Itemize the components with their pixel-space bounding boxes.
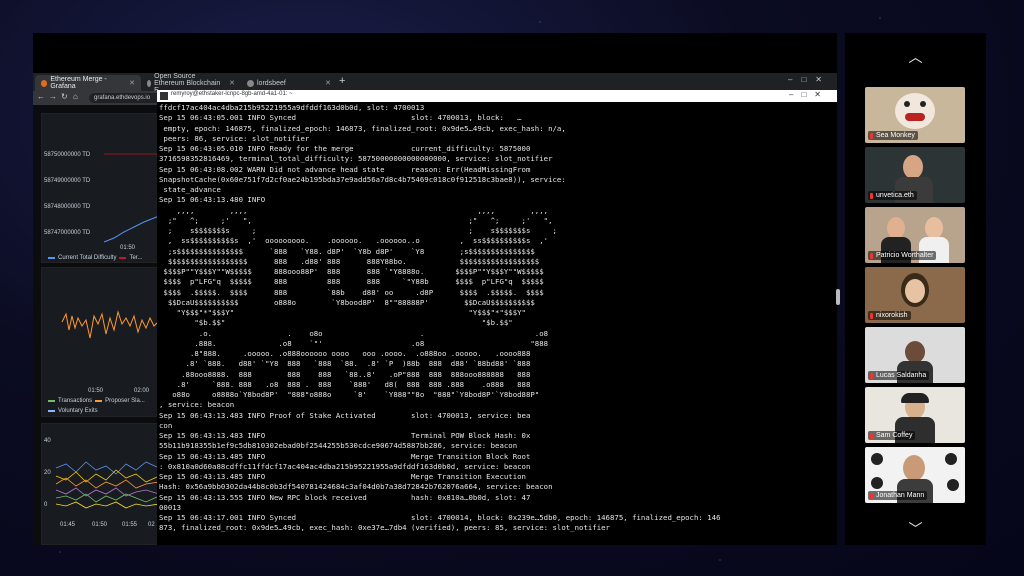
- mic-muted-icon: [870, 373, 873, 379]
- participant-name: Lucas Saldanha: [868, 371, 930, 380]
- terminal-window[interactable]: remyroy@ethstaker-lcnpc-8gb-amd-4a1-01: …: [157, 90, 837, 545]
- tab-grafana[interactable]: Ethereum Merge - Grafana ✕: [35, 75, 141, 91]
- browser-tab-bar: Ethereum Merge - Grafana ✕ Open Source E…: [33, 73, 837, 94]
- avatar: [925, 217, 943, 239]
- terminal-title: remyroy@ethstaker-lcnpc-8gb-amd-4a1-01: …: [171, 91, 293, 97]
- legend-swatch: [119, 257, 127, 259]
- legend-item: Voluntary Exits: [58, 408, 98, 414]
- close-icon[interactable]: ✕: [129, 79, 135, 87]
- avatar-mouth: [905, 113, 925, 121]
- tab-lordsbeef[interactable]: lordsbeef ✕: [241, 75, 337, 91]
- screen-share: Ethereum Merge - Grafana ✕ Open Source E…: [33, 33, 837, 545]
- headphones-icon: [901, 393, 929, 403]
- terminal-icon: [160, 92, 168, 100]
- pattern-dot: [947, 479, 959, 491]
- reload-icon[interactable]: ↻: [61, 92, 68, 101]
- tab-label: lordsbeef: [257, 79, 286, 87]
- mic-muted-icon: [870, 433, 873, 439]
- forward-icon[interactable]: →: [49, 92, 57, 101]
- x-tick: 01:50: [88, 388, 104, 394]
- legend-swatch: [48, 400, 55, 402]
- participant-name: unvetica.eth: [868, 191, 917, 200]
- window-controls[interactable]: –□✕: [789, 90, 829, 99]
- x-tick: 01:50: [92, 522, 108, 528]
- new-tab-icon[interactable]: +: [339, 75, 345, 87]
- legend-swatch: [95, 400, 103, 402]
- legend-item: Current Total Difficulty: [58, 255, 117, 261]
- metrics-panel: 40 20 0 01:45 01:50 01:55 02: [41, 423, 158, 545]
- mic-muted-icon: [870, 253, 873, 259]
- tab-blockchain-explorer[interactable]: Open Source Ethereum Blockchain E... ✕: [141, 73, 241, 94]
- mic-muted-icon: [870, 313, 873, 319]
- avatar: [903, 155, 923, 179]
- legend-item: Ter...: [129, 255, 143, 261]
- participant-name: Sam Coffey: [868, 431, 916, 440]
- site-favicon-icon: [147, 79, 152, 87]
- participant-tile[interactable]: nixorokish: [865, 267, 965, 323]
- transactions-panel: 01:50 02:00 Transactions Proposer Sla...…: [41, 267, 158, 417]
- x-tick: 01:55: [122, 522, 138, 528]
- chevron-down-icon[interactable]: ﹀: [845, 519, 986, 539]
- difficulty-line: [103, 153, 157, 243]
- participant-tile[interactable]: Sam Coffey: [865, 387, 965, 443]
- site-favicon-icon: [247, 79, 254, 87]
- chevron-up-icon[interactable]: ︿: [845, 47, 986, 67]
- participant-name: Patricio Worthalter: [868, 251, 937, 260]
- pattern-dot: [871, 453, 883, 465]
- window-controls[interactable]: –□✕: [788, 75, 831, 84]
- x-tick: 01:50: [120, 245, 136, 251]
- mic-muted-icon: [870, 133, 873, 139]
- participant-tile[interactable]: Lucas Saldanha: [865, 327, 965, 383]
- x-tick: 02: [148, 522, 155, 528]
- close-icon[interactable]: ✕: [229, 79, 235, 87]
- pattern-dot: [871, 477, 883, 489]
- legend: Transactions Proposer Sla...: [48, 398, 145, 404]
- terminal-title-bar[interactable]: remyroy@ethstaker-lcnpc-8gb-amd-4a1-01: …: [157, 90, 837, 102]
- legend-swatch: [48, 410, 55, 412]
- participant-name: Sea Monkey: [868, 131, 918, 140]
- avatar: [895, 93, 935, 129]
- resize-handle[interactable]: [836, 289, 840, 305]
- pattern-dot: [945, 453, 957, 465]
- avatar: [905, 279, 925, 303]
- grafana-favicon-icon: [41, 79, 48, 87]
- participant-name: nixorokish: [868, 311, 911, 320]
- legend: Current Total Difficulty Ter...: [48, 255, 142, 261]
- legend-swatch: [48, 257, 55, 259]
- grafana-dashboard: 58750000000 TD 58749000000 TD 5874800000…: [33, 105, 158, 545]
- difficulty-panel: 58750000000 TD 58749000000 TD 5874800000…: [41, 113, 158, 263]
- mic-muted-icon: [870, 493, 873, 499]
- legend-item: Transactions: [58, 398, 93, 404]
- legend-item: Proposer Sla...: [105, 398, 145, 404]
- close-icon[interactable]: ✕: [325, 79, 331, 87]
- avatar: [887, 217, 905, 239]
- participant-name: Jonathan Mann: [868, 491, 928, 500]
- home-icon[interactable]: ⌂: [73, 92, 78, 101]
- transactions-line: [61, 310, 157, 339]
- avatar: [905, 341, 925, 363]
- url-field[interactable]: grafana.ethdevops.io: [89, 93, 164, 103]
- participant-tile[interactable]: Patricio Worthalter: [865, 207, 965, 263]
- avatar: [903, 455, 925, 481]
- legend: Voluntary Exits: [48, 408, 98, 414]
- x-tick: 01:45: [60, 522, 76, 528]
- participant-column: ︿ Sea Monkey unvetica.eth Patricio Worth…: [845, 33, 986, 545]
- back-icon[interactable]: ←: [37, 92, 45, 101]
- terminal-output: ffdcf17ac404ac4dba215b95221955a9dfddf163…: [159, 103, 721, 533]
- tab-label: Ethereum Merge - Grafana: [50, 76, 107, 90]
- avatar-eye: [904, 101, 910, 107]
- x-tick: 02:00: [134, 388, 150, 394]
- participant-tile[interactable]: Jonathan Mann: [865, 447, 965, 503]
- avatar-eye: [920, 101, 926, 107]
- participant-tile[interactable]: unvetica.eth: [865, 147, 965, 203]
- participant-tile[interactable]: Sea Monkey: [865, 87, 965, 143]
- mic-muted-icon: [870, 193, 873, 199]
